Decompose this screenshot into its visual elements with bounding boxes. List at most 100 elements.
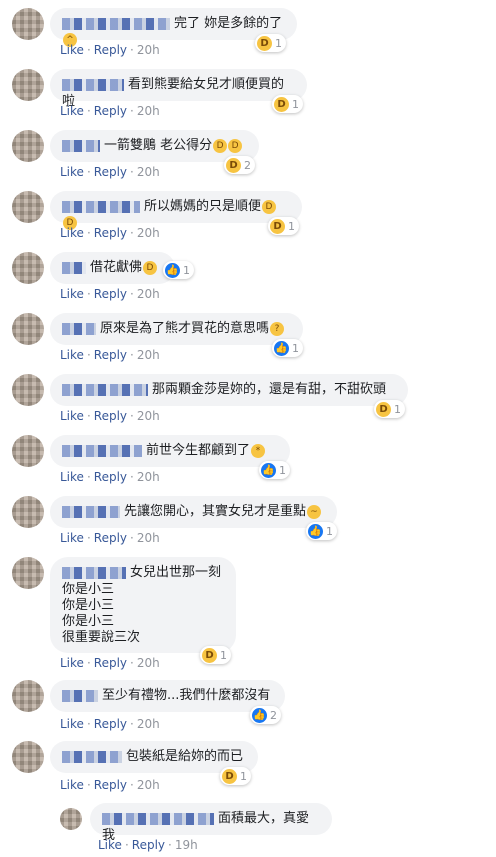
- like-link[interactable]: Like: [60, 226, 84, 240]
- comment-bubble: 女兒出世那一刻 你是小三 你是小三 你是小三 很重要說三次: [50, 557, 236, 653]
- commenter-name[interactable]: [62, 384, 148, 396]
- reaction-count: 1: [288, 219, 295, 233]
- avatar[interactable]: [12, 130, 44, 162]
- reaction-summary[interactable]: 👍 1: [259, 461, 290, 479]
- commenter-name[interactable]: [62, 567, 126, 579]
- timestamp[interactable]: 20h: [137, 409, 160, 423]
- reaction-summary[interactable]: 👍 1: [272, 339, 303, 357]
- commenter-name[interactable]: [62, 690, 98, 702]
- commenter-name[interactable]: [62, 201, 140, 213]
- avatar[interactable]: [12, 435, 44, 467]
- timestamp[interactable]: 20h: [137, 717, 160, 731]
- commenter-name[interactable]: [62, 79, 124, 91]
- haha-reaction-icon: D: [376, 401, 391, 417]
- timestamp[interactable]: 20h: [137, 470, 160, 484]
- like-link[interactable]: Like: [60, 778, 84, 792]
- avatar[interactable]: [12, 8, 44, 40]
- timestamp[interactable]: 20h: [137, 43, 160, 57]
- haha-reaction-icon: D: [226, 157, 241, 173]
- reply-link[interactable]: Reply: [94, 104, 127, 118]
- like-reaction-icon: 👍: [274, 340, 289, 356]
- avatar[interactable]: [12, 313, 44, 345]
- avatar[interactable]: [12, 374, 44, 406]
- like-link[interactable]: Like: [60, 43, 84, 57]
- reply-link[interactable]: Reply: [94, 348, 127, 362]
- avatar[interactable]: [12, 741, 44, 773]
- timestamp[interactable]: 20h: [137, 778, 160, 792]
- timestamp[interactable]: 20h: [137, 348, 160, 362]
- timestamp[interactable]: 20h: [137, 287, 160, 301]
- reply-link[interactable]: Reply: [94, 470, 127, 484]
- comment-text: 先讓您開心，其實女兒才是重點: [124, 504, 307, 519]
- timestamp[interactable]: 20h: [137, 656, 160, 670]
- comment-actions: Like · Reply · 20h: [60, 470, 160, 484]
- commenter-name[interactable]: [62, 751, 122, 763]
- reaction-summary[interactable]: 👍 2: [250, 706, 281, 724]
- avatar[interactable]: [12, 680, 44, 712]
- comment-bubble: 所以媽媽的只是順便 DD: [50, 191, 302, 230]
- reply-link[interactable]: Reply: [94, 717, 127, 731]
- timestamp[interactable]: 20h: [137, 531, 160, 545]
- comment-bubble: 先讓您開心，其實女兒才是重點 ~: [50, 496, 337, 528]
- avatar[interactable]: [12, 191, 44, 223]
- reaction-summary[interactable]: D1: [255, 34, 286, 52]
- reaction-summary[interactable]: D1: [220, 767, 251, 785]
- reaction-count: 1: [220, 648, 227, 662]
- reply-link[interactable]: Reply: [94, 43, 127, 57]
- reaction-summary[interactable]: 👍 1: [163, 261, 194, 279]
- reaction-summary[interactable]: 👍 1: [306, 522, 337, 540]
- like-link[interactable]: Like: [60, 165, 84, 179]
- reply-link[interactable]: Reply: [94, 778, 127, 792]
- like-link[interactable]: Like: [60, 409, 84, 423]
- commenter-name[interactable]: [62, 506, 120, 518]
- like-link[interactable]: Like: [60, 104, 84, 118]
- commenter-name[interactable]: [62, 18, 170, 30]
- timestamp[interactable]: 20h: [137, 165, 160, 179]
- avatar[interactable]: [60, 808, 82, 830]
- reaction-summary[interactable]: D1: [268, 217, 299, 235]
- reaction-summary[interactable]: D1: [200, 646, 231, 664]
- commenter-name[interactable]: [62, 323, 96, 335]
- like-link[interactable]: Like: [60, 348, 84, 362]
- comment-text: 包裝紙是給妳的而已: [126, 749, 244, 764]
- reply-link[interactable]: Reply: [94, 226, 127, 240]
- reply-link[interactable]: Reply: [94, 531, 127, 545]
- like-link[interactable]: Like: [60, 470, 84, 484]
- reply-link[interactable]: Reply: [132, 838, 165, 852]
- reaction-summary[interactable]: D2: [224, 156, 255, 174]
- comment-actions: Like · Reply · 20h: [60, 778, 160, 792]
- reaction-summary[interactable]: D1: [374, 400, 405, 418]
- reaction-count: 1: [240, 769, 247, 783]
- like-link[interactable]: Like: [98, 838, 122, 852]
- comment-text: 女兒出世那一刻: [130, 565, 222, 580]
- reply-link[interactable]: Reply: [94, 656, 127, 670]
- timestamp[interactable]: 20h: [137, 226, 160, 240]
- commenter-name[interactable]: [62, 262, 86, 274]
- like-link[interactable]: Like: [60, 656, 84, 670]
- reply-link[interactable]: Reply: [94, 287, 127, 301]
- like-link[interactable]: Like: [60, 531, 84, 545]
- reaction-count: 1: [279, 463, 286, 477]
- reply-link[interactable]: Reply: [94, 409, 127, 423]
- rofl-emoji-icon: D: [143, 261, 158, 275]
- like-link[interactable]: Like: [60, 287, 84, 301]
- timestamp[interactable]: 20h: [137, 104, 160, 118]
- like-reaction-icon: 👍: [308, 523, 323, 539]
- rofl-emoji-icon: D: [262, 200, 277, 214]
- avatar[interactable]: [12, 69, 44, 101]
- avatar[interactable]: [12, 496, 44, 528]
- comment-text: 原來是為了熊才買花的意思嗎: [100, 321, 270, 336]
- reply-link[interactable]: Reply: [94, 165, 127, 179]
- like-link[interactable]: Like: [60, 717, 84, 731]
- reaction-summary[interactable]: D1: [272, 95, 303, 113]
- timestamp[interactable]: 19h: [175, 838, 198, 852]
- commenter-name[interactable]: [102, 813, 214, 825]
- avatar[interactable]: [12, 557, 44, 589]
- commenter-name[interactable]: [62, 140, 100, 152]
- reaction-count: 1: [292, 341, 299, 355]
- comment-actions: Like · Reply · 20h: [60, 409, 160, 423]
- avatar[interactable]: [12, 252, 44, 284]
- commenter-name[interactable]: [62, 445, 142, 457]
- thinking-emoji-icon: ?: [270, 322, 285, 336]
- comment-bubble: 至少有禮物...我們什麼都沒有: [50, 680, 285, 712]
